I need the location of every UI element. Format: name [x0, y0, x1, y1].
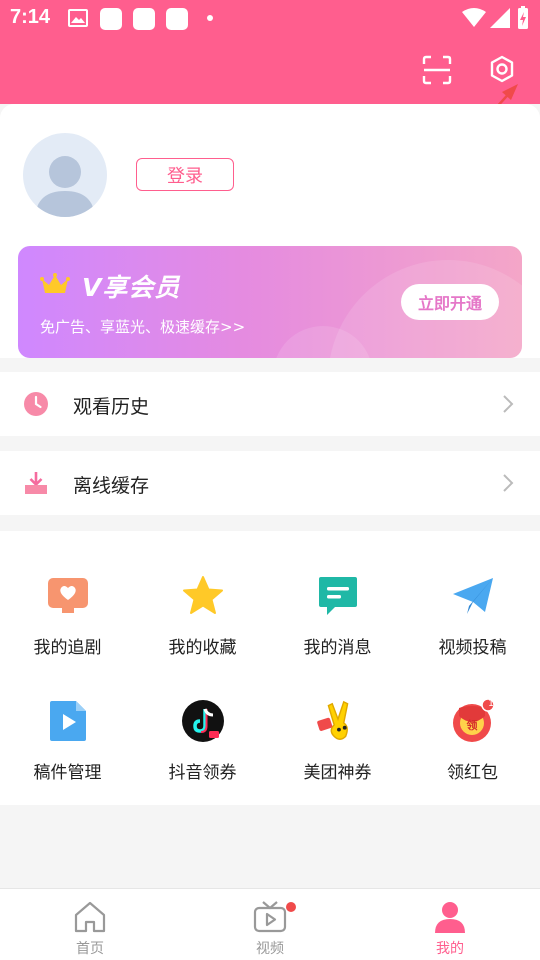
tab-label: 首页	[76, 941, 104, 957]
app-notification-icon	[133, 8, 155, 30]
grid-label: 我的收藏	[168, 638, 237, 658]
app-notification-icon	[100, 8, 122, 30]
badge-count: 1	[488, 699, 494, 709]
chevron-right-icon	[503, 474, 514, 492]
grid-label: 美团神券	[303, 763, 372, 783]
feature-grid: 我的追剧 我的收藏 我的消息 视频投稿 稿件管理 抖音领券 美团神券 领 1 领…	[0, 531, 540, 805]
grid-item-red-envelope[interactable]: 领 1 领红包	[405, 690, 540, 800]
grid-item-my-series[interactable]: 我的追剧	[0, 565, 135, 675]
star-icon	[180, 573, 226, 619]
grid-label: 我的追剧	[33, 638, 102, 658]
grid-label: 我的消息	[303, 638, 372, 658]
battery-icon	[518, 6, 528, 29]
avatar[interactable]	[23, 133, 107, 217]
more-notifications-icon	[207, 15, 213, 21]
vip-activate-button[interactable]: 立即开通	[401, 284, 499, 320]
vip-title: V享会员	[82, 273, 181, 302]
user-placeholder-icon	[35, 156, 95, 217]
menu-item-history[interactable]: 观看历史	[0, 372, 540, 436]
grid-item-upload-video[interactable]: 视频投稿	[405, 565, 540, 675]
douyin-icon	[180, 698, 226, 744]
meituan-icon	[315, 698, 361, 744]
vip-subtitle[interactable]: 免广告、享蓝光、极速缓存>>	[40, 316, 245, 337]
tv-heart-icon	[45, 573, 91, 619]
tab-video[interactable]: 视频	[180, 889, 360, 960]
paper-plane-icon	[450, 573, 496, 619]
tab-home[interactable]: 首页	[0, 889, 180, 960]
tv-play-icon	[253, 901, 287, 933]
wifi-icon	[462, 8, 486, 27]
crown-icon	[40, 273, 70, 293]
download-icon	[25, 472, 47, 494]
status-time: 7:14	[10, 6, 51, 28]
menu-label: 离线缓存	[73, 475, 150, 497]
grid-label: 视频投稿	[438, 638, 507, 658]
app-notification-icon	[166, 8, 188, 30]
grid-item-manage-posts[interactable]: 稿件管理	[0, 690, 135, 800]
grid-label: 领红包	[447, 763, 498, 783]
menu-item-offline-cache[interactable]: 离线缓存	[0, 451, 540, 515]
red-envelope-icon: 领 1	[450, 698, 496, 744]
clock-icon	[24, 392, 48, 416]
grid-label: 稿件管理	[33, 763, 102, 783]
notification-dot	[286, 902, 296, 912]
grid-item-messages[interactable]: 我的消息	[270, 565, 405, 675]
svg-text:领: 领	[466, 718, 478, 732]
grid-label: 抖音领券	[168, 763, 237, 783]
tab-mine[interactable]: 我的	[360, 889, 540, 960]
login-button[interactable]: 登录	[136, 158, 234, 191]
grid-item-meituan-coupon[interactable]: 美团神券	[270, 690, 405, 800]
profile-card: 登录 V享会员 免广告、享蓝光、极速缓存>> 立即开通	[0, 104, 540, 358]
grid-item-douyin-coupon[interactable]: 抖音领券	[135, 690, 270, 800]
home-icon	[74, 901, 106, 933]
signal-icon	[490, 8, 510, 28]
tab-label: 我的	[436, 941, 464, 957]
video-file-icon	[45, 698, 91, 744]
menu-label: 观看历史	[73, 396, 150, 418]
bottom-tab-bar: 首页 视频 我的	[0, 888, 540, 960]
vip-banner[interactable]: V享会员 免广告、享蓝光、极速缓存>> 立即开通	[18, 246, 522, 358]
chevron-right-icon	[503, 395, 514, 413]
status-bar: 7:14	[0, 0, 540, 36]
person-icon	[435, 902, 465, 933]
message-icon	[315, 573, 361, 619]
grid-item-favorites[interactable]: 我的收藏	[135, 565, 270, 675]
tab-label: 视频	[256, 941, 284, 957]
gallery-icon	[68, 9, 88, 27]
